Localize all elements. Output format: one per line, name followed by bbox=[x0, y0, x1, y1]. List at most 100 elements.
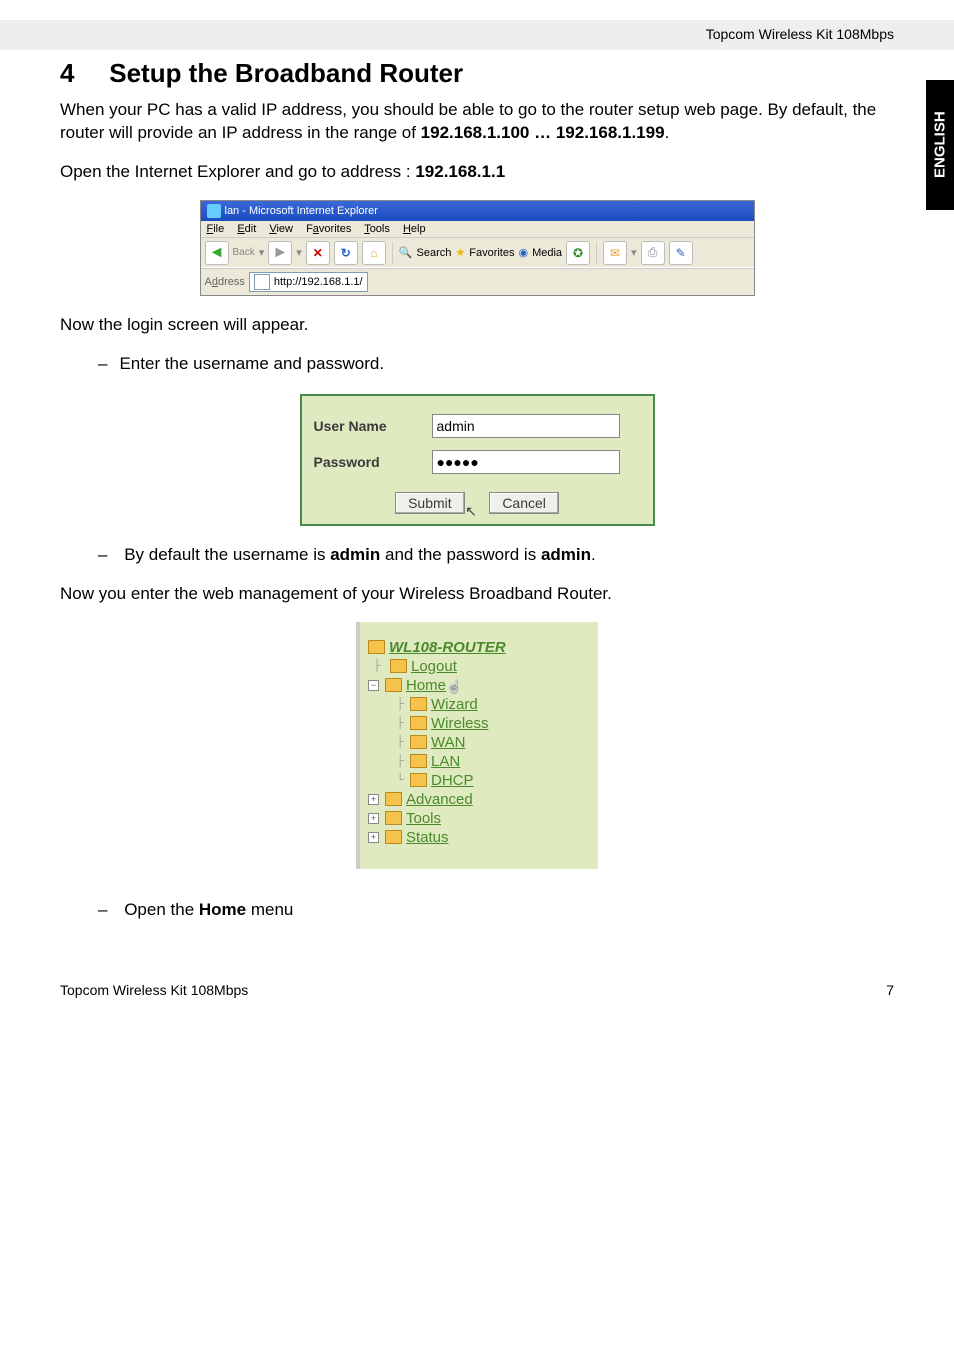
cancel-button[interactable]: Cancel bbox=[489, 492, 559, 514]
section-number: 4 bbox=[60, 58, 102, 89]
menu-help[interactable]: Help bbox=[403, 223, 426, 235]
nav-advanced[interactable]: Advanced bbox=[406, 791, 473, 808]
ie-titlebar: lan - Microsoft Internet Explorer bbox=[201, 201, 754, 221]
submit-button[interactable]: Submit bbox=[395, 492, 465, 514]
nav-status[interactable]: Status bbox=[406, 829, 449, 846]
menu-edit[interactable]: Edit bbox=[237, 223, 256, 235]
collapse-icon[interactable]: − bbox=[368, 680, 379, 691]
username-label: User Name bbox=[310, 418, 432, 434]
menu-view[interactable]: View bbox=[269, 223, 293, 235]
address-label: Address bbox=[205, 276, 245, 288]
search-icon: 🔍 bbox=[399, 246, 413, 259]
menu-favorites[interactable]: Favorites bbox=[306, 223, 351, 235]
cursor-icon: ↖ bbox=[465, 503, 477, 520]
username-input[interactable] bbox=[432, 414, 620, 438]
home-word: Home bbox=[199, 900, 246, 919]
nav-dhcp[interactable]: DHCP bbox=[431, 772, 474, 789]
text: Open the bbox=[124, 900, 199, 919]
password-input[interactable] bbox=[432, 450, 620, 474]
page-footer: Topcom Wireless Kit 108Mbps 7 bbox=[60, 982, 894, 998]
back-label: Back bbox=[233, 247, 255, 258]
page-header-bar: Topcom Wireless Kit 108Mbps bbox=[0, 20, 954, 50]
folder-icon bbox=[410, 773, 427, 787]
expand-icon[interactable]: + bbox=[368, 832, 379, 843]
bullet-open-home: Open the Home menu bbox=[120, 899, 894, 922]
forward-button[interactable]: ► bbox=[268, 241, 292, 265]
page-icon bbox=[254, 274, 270, 290]
nav-home[interactable]: Home bbox=[406, 677, 446, 694]
refresh-button[interactable]: ↻ bbox=[334, 241, 358, 265]
intro-p1: When your PC has a valid IP address, you… bbox=[60, 99, 894, 145]
nav-wizard[interactable]: Wizard bbox=[431, 696, 478, 713]
favorites-label[interactable]: Favorites bbox=[469, 247, 514, 259]
media-icon: ◉ bbox=[518, 246, 528, 259]
favorites-icon: ★ bbox=[455, 246, 465, 259]
text: and the password is bbox=[380, 545, 541, 564]
menu-file[interactable]: File bbox=[207, 223, 225, 235]
tree-connector: ├ bbox=[368, 755, 406, 767]
history-button[interactable]: ✪ bbox=[566, 241, 590, 265]
after-login-text: Now you enter the web management of your… bbox=[60, 583, 894, 606]
after-ie-text: Now the login screen will appear. bbox=[60, 314, 894, 337]
media-label[interactable]: Media bbox=[532, 247, 562, 259]
ie-menubar: File Edit View Favorites Tools Help bbox=[201, 221, 754, 238]
home-button[interactable]: ⌂ bbox=[362, 241, 386, 265]
folder-open-icon bbox=[368, 640, 385, 654]
folder-open-icon bbox=[385, 678, 402, 692]
nav-wireless[interactable]: Wireless bbox=[431, 715, 489, 732]
mail-button[interactable]: ✉ bbox=[603, 241, 627, 265]
tree-connector: ├ bbox=[368, 660, 386, 672]
back-button[interactable]: ◄ bbox=[205, 241, 229, 265]
text: Open the Internet Explorer and go to add… bbox=[60, 162, 415, 181]
bullet-default: By default the username is admin and the… bbox=[120, 544, 894, 567]
ie-toolbar: ◄ Back ▾ ► ▾ ✕ ↻ ⌂ 🔍 Search ★ Favorites … bbox=[201, 238, 754, 269]
bullet-enter: Enter the username and password. bbox=[120, 353, 894, 376]
intro-p2: Open the Internet Explorer and go to add… bbox=[60, 161, 894, 184]
ie-window: lan - Microsoft Internet Explorer File E… bbox=[200, 200, 755, 296]
print-button[interactable]: ⎙ bbox=[641, 241, 665, 265]
address-box[interactable]: http://192.168.1.1/ bbox=[249, 272, 368, 292]
search-label[interactable]: Search bbox=[417, 247, 452, 259]
tree-connector: ├ bbox=[368, 736, 406, 748]
header-product: Topcom Wireless Kit 108Mbps bbox=[706, 26, 894, 42]
address-value: http://192.168.1.1/ bbox=[274, 276, 363, 288]
nav-lan[interactable]: LAN bbox=[431, 753, 460, 770]
password-label: Password bbox=[310, 454, 432, 470]
text: By default the username is bbox=[124, 545, 330, 564]
ie-title-text: lan - Microsoft Internet Explorer bbox=[225, 205, 378, 217]
folder-icon bbox=[385, 830, 402, 844]
folder-icon bbox=[410, 754, 427, 768]
default-pass: admin bbox=[541, 545, 591, 564]
default-user: admin bbox=[330, 545, 380, 564]
folder-icon bbox=[385, 792, 402, 806]
tree-root[interactable]: WL108-ROUTER bbox=[389, 639, 506, 656]
ip-range: 192.168.1.100 … 192.168.1.199 bbox=[421, 123, 665, 142]
folder-icon bbox=[385, 811, 402, 825]
ie-logo-icon bbox=[207, 204, 221, 218]
expand-icon[interactable]: + bbox=[368, 794, 379, 805]
tree-connector: ├ bbox=[368, 717, 406, 729]
section-heading: 4 Setup the Broadband Router bbox=[60, 58, 894, 89]
login-box: User Name Password Submit ↖ Cancel bbox=[300, 394, 655, 526]
language-tab: ENGLISH bbox=[926, 80, 954, 210]
nav-tree: WL108-ROUTER ├ Logout − Home☝ ├ Wizard ├… bbox=[356, 622, 598, 869]
nav-wan[interactable]: WAN bbox=[431, 734, 465, 751]
ie-addressbar: Address http://192.168.1.1/ bbox=[201, 269, 754, 295]
tree-connector: ├ bbox=[368, 698, 406, 710]
text: . bbox=[591, 545, 596, 564]
edit-button[interactable]: ✎ bbox=[669, 241, 693, 265]
folder-icon bbox=[410, 716, 427, 730]
text: . bbox=[665, 123, 670, 142]
stop-button[interactable]: ✕ bbox=[306, 241, 330, 265]
nav-tools[interactable]: Tools bbox=[406, 810, 441, 827]
nav-logout[interactable]: Logout bbox=[411, 658, 457, 675]
tree-connector: └ bbox=[368, 774, 406, 786]
footer-page-number: 7 bbox=[886, 982, 894, 998]
menu-tools[interactable]: Tools bbox=[364, 223, 390, 235]
expand-icon[interactable]: + bbox=[368, 813, 379, 824]
folder-icon bbox=[410, 735, 427, 749]
hand-cursor-icon: ☝ bbox=[446, 679, 462, 695]
footer-product: Topcom Wireless Kit 108Mbps bbox=[60, 982, 248, 998]
text: menu bbox=[246, 900, 293, 919]
folder-icon bbox=[410, 697, 427, 711]
